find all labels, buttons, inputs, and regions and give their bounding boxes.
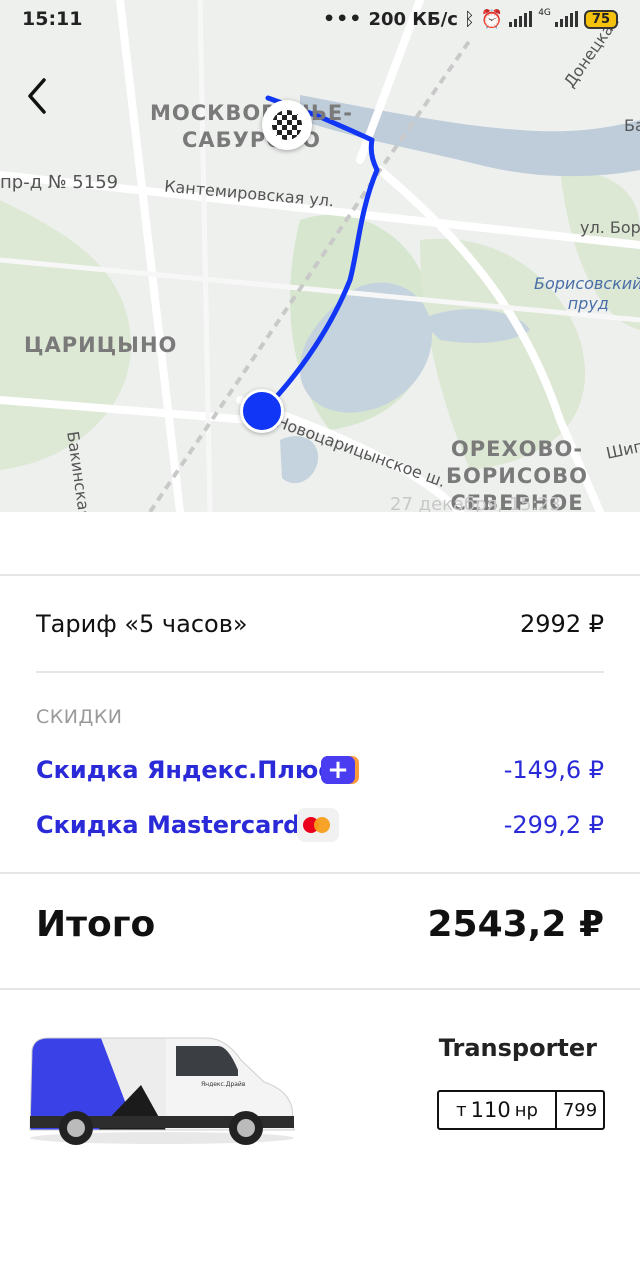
tariff-label: Тариф «5 часов» — [36, 610, 248, 638]
bluetooth-icon: ᛒ — [463, 8, 475, 30]
start-point-marker[interactable] — [240, 389, 284, 433]
back-button[interactable] — [22, 70, 70, 122]
status-bar: 15:11 ••• 200 КБ/с ᛒ ⏰ 4G 75 — [0, 0, 640, 40]
discount-mastercard-amount: -299,2 ₽ — [503, 811, 604, 839]
cell-signal-icon — [554, 11, 578, 27]
trip-date-hint: 27 декабря, 15:23 — [390, 494, 561, 512]
sheet-top-divider — [0, 574, 640, 576]
plate-number: 110 — [470, 1098, 511, 1122]
tariff-divider — [36, 671, 604, 673]
car-model: Transporter — [438, 1034, 597, 1062]
route-map[interactable]: МОСКВОРЕЧЬЕ- САБУРОВО ЦАРИЦЫНО ОРЕХОВО- … — [0, 0, 640, 512]
tariff-amount: 2992 ₽ — [520, 610, 604, 638]
battery-icon: 75 — [583, 9, 618, 29]
total-amount: 2543,2 ₽ — [427, 904, 604, 945]
car-top-divider — [0, 988, 640, 990]
mastercard-icon — [297, 808, 339, 842]
chevron-left-icon — [28, 78, 46, 114]
water-label-borisovsky-prud: Борисовский пруд — [534, 274, 640, 313]
total-top-divider — [0, 872, 640, 874]
network-type: 4G — [538, 8, 551, 18]
plate-letters-2: нр — [514, 1099, 538, 1121]
street-label-proezd: пр-д № 5159 — [0, 172, 119, 193]
district-label-moskvorechye: МОСКВОРЕЧЬЕ- САБУРОВО — [150, 101, 353, 152]
wifi-signal-icon — [509, 11, 533, 27]
van-brand-text: Яндекс.Драйв — [201, 1081, 246, 1088]
finish-flag-icon[interactable] — [262, 100, 312, 150]
district-label-tsaritsyno: ЦАРИЦЫНО — [24, 333, 178, 357]
discount-yandex-plus-label: Скидка Яндекс.Плюс — [36, 756, 333, 784]
van-image: Яндекс.Драйв — [29, 1037, 295, 1145]
discounts-title: СКИДКИ — [36, 706, 123, 728]
network-speed: 200 КБ/с — [368, 8, 458, 30]
alarm-icon: ⏰ — [480, 8, 504, 30]
street-label-ba: Ба — [624, 116, 640, 135]
status-time: 15:11 — [22, 8, 83, 30]
license-plate: т 110 нр 799 — [437, 1090, 605, 1130]
street-label-borisovskaya: ул. Бори — [580, 218, 640, 237]
total-label: Итого — [36, 904, 156, 945]
discount-mastercard-label: Скидка Mastercard — [36, 811, 301, 839]
discount-yandex-plus-amount: -149,6 ₽ — [503, 756, 604, 784]
yandex-plus-icon: + — [321, 756, 359, 784]
plate-letter-1: т — [456, 1099, 467, 1121]
notification-dots: ••• — [323, 8, 363, 30]
plate-region: 799 — [555, 1092, 603, 1128]
